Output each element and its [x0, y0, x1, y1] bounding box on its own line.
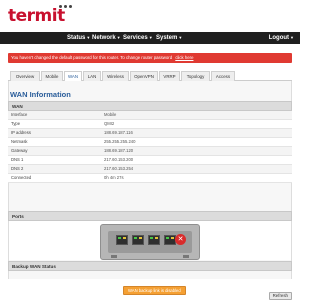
refresh-button[interactable]: Refresh [268, 292, 292, 300]
router-illustration: ✕ [100, 224, 200, 260]
row-value: 255.255.255.240 [104, 139, 136, 144]
row-value: Mobile [104, 112, 117, 117]
row-value: 188.69.187.120 [104, 148, 134, 153]
row-label: IP address [11, 130, 31, 135]
tab-lan[interactable]: LAN [83, 71, 101, 81]
logo-dots-icon [59, 5, 72, 8]
backup-wan-header: Backup WAN Status [8, 261, 292, 271]
table-row: DNS 2 217.60.153.254 [8, 165, 292, 174]
chevron-down-icon: ▼ [116, 35, 121, 40]
backup-status-badge: WAN backup link is disabled [123, 286, 186, 295]
nav-services[interactable]: Services▼ [123, 33, 153, 43]
brand-logo[interactable]: termit [8, 6, 65, 26]
change-password-link[interactable]: click here [175, 55, 193, 60]
ports-section-header: Ports [8, 211, 292, 221]
row-value: 217.60.153.200 [104, 157, 134, 162]
table-row: Type QMI2 [8, 120, 292, 129]
top-nav: Status▼ Network▼ Services▼ System▼ Logou… [0, 32, 300, 44]
page-title: WAN Information [10, 90, 71, 99]
status-tabs: Overview Mobile WAN LAN Wireless OpenVPN… [8, 70, 292, 82]
tab-wireless[interactable]: Wireless [102, 71, 129, 81]
router-foot [183, 255, 189, 258]
table-row: Connected 0h 4m 27s [8, 174, 292, 183]
nav-system[interactable]: System▼ [156, 33, 182, 43]
row-label: DNS 2 [11, 166, 24, 171]
wan-table-body: Interface Mobile Type QMI2 IP address 188.6… [8, 111, 292, 183]
chevron-down-icon: ▼ [86, 35, 91, 40]
lan-port-3 [148, 235, 160, 245]
row-label: Connected [11, 175, 32, 180]
row-label: Gateway [11, 148, 28, 153]
row-label: Type [11, 121, 21, 126]
router-port-panel: ✕ [108, 231, 192, 253]
table-row: IP address 188.69.187.116 [8, 129, 292, 138]
row-value: 217.60.153.254 [104, 166, 134, 171]
table-row: Netmask 255.255.255.240 [8, 138, 292, 147]
lan-port-2 [132, 235, 144, 245]
wan-info-table: WAN Interface Mobile Type QMI2 IP address 1… [8, 101, 292, 183]
router-foot [111, 255, 117, 258]
lan-port-1 [116, 235, 128, 245]
table-row: Gateway 188.69.187.120 [8, 147, 292, 156]
tab-mobile[interactable]: Mobile [41, 71, 63, 81]
tab-vrrp[interactable]: VRRP [159, 71, 180, 81]
row-value: 0h 4m 27s [104, 175, 124, 180]
row-value: 188.69.187.116 [104, 130, 133, 135]
chevron-down-icon: ▼ [290, 35, 294, 40]
warning-text: You haven't changed the default password… [11, 55, 173, 60]
row-label: Interface [11, 112, 28, 117]
row-value: QMI2 [104, 121, 115, 126]
nav-network[interactable]: Network▼ [92, 33, 121, 43]
wan-table-header: WAN [8, 101, 292, 111]
logout-button[interactable]: Logout▼ [269, 33, 294, 43]
row-label: Netmask [11, 139, 28, 144]
chevron-down-icon: ▼ [148, 35, 153, 40]
chevron-down-icon: ▼ [178, 35, 183, 40]
table-row: DNS 1 217.60.153.200 [8, 156, 292, 165]
port-disconnected-icon: ✕ [175, 234, 186, 245]
app-header: termit Status▼ Network▼ Services▼ System… [0, 0, 300, 44]
tab-topology[interactable]: Topology [181, 71, 210, 81]
row-label: DNS 1 [11, 157, 24, 162]
table-row: Interface Mobile [8, 111, 292, 120]
tab-openvpn[interactable]: OpenVPN [130, 71, 158, 81]
default-password-warning: You haven't changed the default password… [8, 53, 292, 63]
tab-overview[interactable]: Overview [10, 71, 40, 81]
tab-access[interactable]: Access [211, 71, 235, 81]
nav-status[interactable]: Status▼ [67, 33, 90, 43]
